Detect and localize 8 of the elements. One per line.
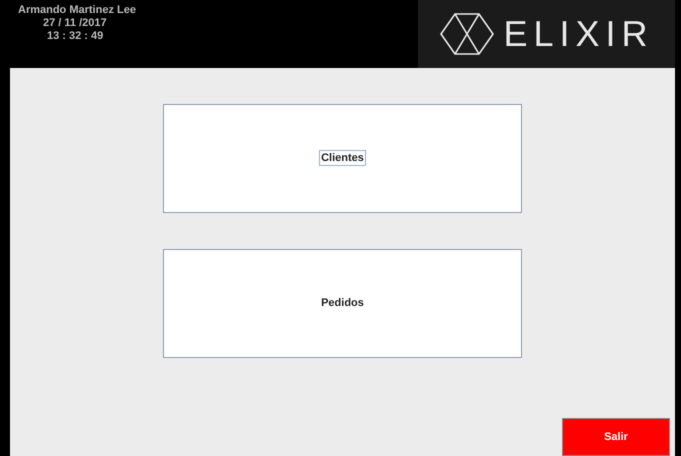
logo-text: ELIXIR [503,16,654,52]
exit-button[interactable]: Salir [562,418,670,456]
menu-button[interactable]: Clientes [163,104,522,213]
date-text: 27 / 11 /2017 [43,17,108,30]
menu-button[interactable]: Pedidos [163,249,522,358]
logo-icon [439,12,496,56]
user-name: Armando Martinez Lee [18,4,137,17]
time-text: 13 : 32 : 49 [47,30,104,42]
